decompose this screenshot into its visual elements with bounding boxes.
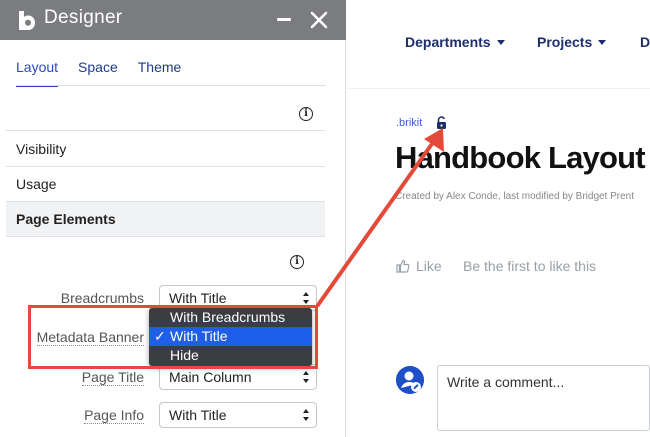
thumbs-up-icon[interactable] xyxy=(396,259,410,273)
minimize-icon xyxy=(277,18,291,21)
page-title-label: Page Title xyxy=(81,369,144,386)
annotation-highlight-box xyxy=(28,305,318,369)
header-divider xyxy=(347,88,650,89)
chevron-updown-icon xyxy=(303,409,309,421)
chevron-down-icon xyxy=(496,40,505,45)
page-info-select-value: With Title xyxy=(169,407,227,423)
page-title: Handbook Layout xyxy=(395,140,646,175)
chevron-updown-icon xyxy=(303,292,309,304)
close-icon[interactable] xyxy=(306,7,332,33)
page-info-label: Page Info xyxy=(84,407,144,424)
nav-projects[interactable]: Projects xyxy=(537,34,607,50)
tabs-divider xyxy=(16,85,326,86)
breadcrumb[interactable]: .brikit xyxy=(396,117,422,129)
section-page-elements[interactable]: Page Elements xyxy=(6,201,325,237)
panel-titlebar[interactable]: Designer xyxy=(0,0,346,40)
like-prompt: Be the first to like this xyxy=(463,258,597,274)
page-info-select[interactable]: With Title xyxy=(159,402,317,428)
nav-departments[interactable]: Departments xyxy=(405,34,505,50)
nav-item-truncated[interactable]: D xyxy=(640,34,650,50)
avatar-icon xyxy=(396,366,424,394)
breadcrumbs-select-value: With Title xyxy=(169,290,227,306)
tab-space[interactable]: Space xyxy=(78,59,118,87)
comment-input[interactable]: Write a comment... xyxy=(437,365,650,431)
logo-icon xyxy=(19,11,35,30)
section-usage[interactable]: Usage xyxy=(6,166,325,201)
lock-icon[interactable] xyxy=(435,116,449,130)
breadcrumbs-label: Breadcrumbs xyxy=(60,290,144,307)
info-icon[interactable]: i xyxy=(299,107,313,121)
page-byline: Created by Alex Conde, last modified by … xyxy=(395,191,635,202)
section-visibility[interactable]: Visibility xyxy=(6,130,325,166)
chevron-updown-icon xyxy=(303,371,309,383)
panel-tabs: Layout Space Theme xyxy=(16,59,181,87)
screen: Designer Layout Space Theme i Visibility… xyxy=(0,0,650,437)
info-icon[interactable]: i xyxy=(290,255,304,269)
like-button[interactable]: Like xyxy=(416,258,442,274)
tab-layout[interactable]: Layout xyxy=(16,59,59,87)
panel-title: Designer xyxy=(44,7,123,28)
minimize-button[interactable] xyxy=(272,8,296,32)
chevron-down-icon xyxy=(598,40,607,45)
page-title-select-value: Main Column xyxy=(169,369,252,385)
tab-theme[interactable]: Theme xyxy=(138,59,182,87)
designer-panel: Designer Layout Space Theme i Visibility… xyxy=(0,0,346,437)
